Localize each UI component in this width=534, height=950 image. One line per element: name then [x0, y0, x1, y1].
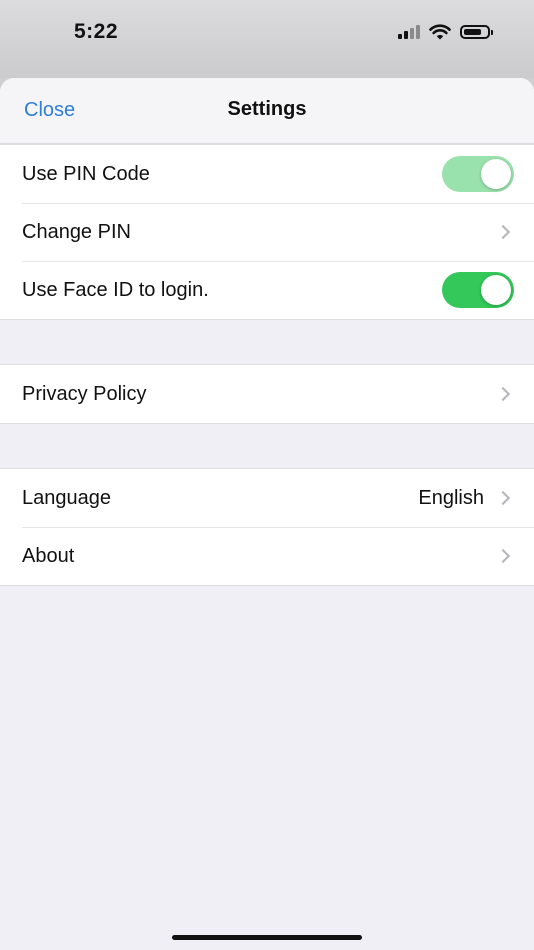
chevron-right-icon — [495, 548, 511, 564]
language-label: Language — [22, 486, 111, 509]
status-bar: 5:22 — [0, 0, 534, 78]
use-face-id-row: Use Face ID to login. — [0, 261, 534, 319]
cellular-signal-icon — [398, 25, 420, 39]
status-time: 5:22 — [74, 20, 119, 43]
change-pin-label: Change PIN — [22, 220, 131, 243]
chevron-right-icon — [495, 386, 511, 402]
status-icons — [398, 24, 493, 40]
language-value: English — [418, 486, 484, 509]
about-row[interactable]: About — [0, 527, 534, 585]
battery-icon — [460, 25, 493, 39]
general-group: Language English About — [0, 468, 534, 586]
toggle-knob — [481, 159, 511, 189]
chevron-right-icon — [495, 490, 511, 506]
privacy-policy-row[interactable]: Privacy Policy — [0, 365, 534, 423]
language-row[interactable]: Language English — [0, 469, 534, 527]
wifi-icon — [429, 24, 451, 40]
use-pin-code-label: Use PIN Code — [22, 162, 150, 185]
security-group: Use PIN Code Change PIN Use Face ID to l… — [0, 144, 534, 320]
use-face-id-toggle[interactable] — [442, 272, 514, 308]
page-title: Settings — [227, 98, 307, 120]
navigation-bar: Close Settings — [0, 78, 534, 144]
privacy-policy-label: Privacy Policy — [22, 382, 147, 405]
use-face-id-label: Use Face ID to login. — [22, 278, 209, 301]
use-pin-code-toggle[interactable] — [442, 156, 514, 192]
change-pin-row[interactable]: Change PIN — [0, 203, 534, 261]
toggle-knob — [481, 275, 511, 305]
home-indicator — [172, 935, 362, 940]
settings-sheet: Close Settings Use PIN Code Change PIN U… — [0, 78, 534, 950]
use-pin-code-row: Use PIN Code — [0, 145, 534, 203]
chevron-right-icon — [495, 224, 511, 240]
legal-group: Privacy Policy — [0, 364, 534, 424]
about-label: About — [22, 544, 75, 567]
